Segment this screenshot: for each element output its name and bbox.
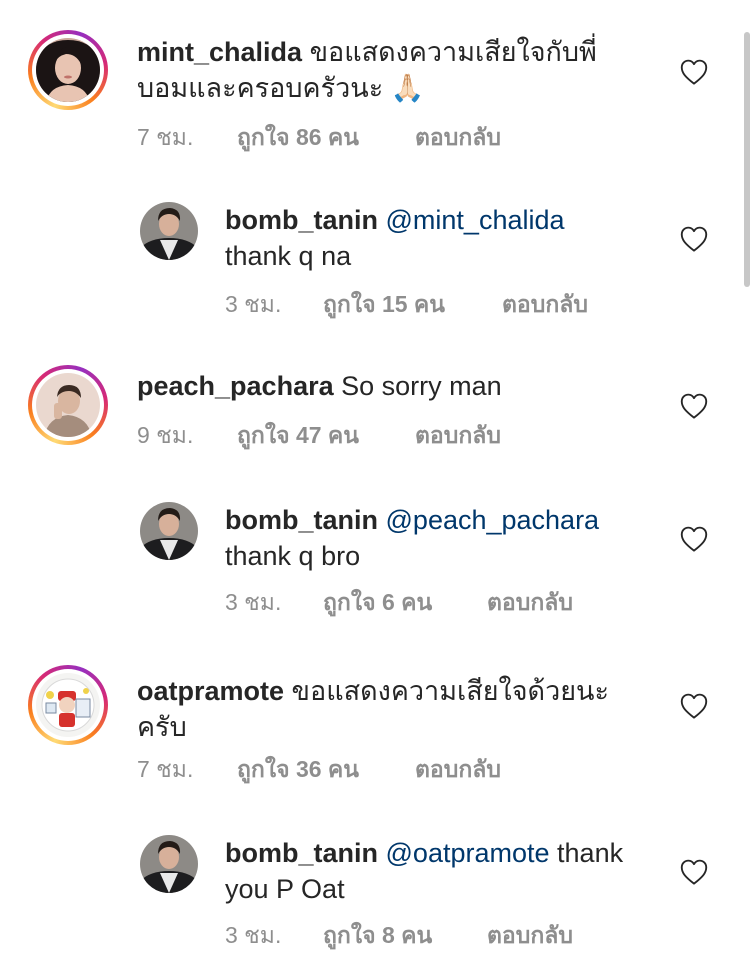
heart-icon[interactable] — [680, 526, 708, 552]
avatar-oatpramote[interactable] — [28, 665, 108, 745]
comment-text: thank q na — [225, 241, 352, 271]
username[interactable]: oatpramote — [137, 676, 284, 706]
likes-count[interactable]: ถูกใจ 6 คน — [323, 585, 432, 621]
comment-body: bomb_tanin @oatpramote thank you P Oat — [225, 835, 665, 907]
mention-link[interactable]: @mint_chalida — [386, 205, 565, 235]
avatar-bomb-tanin[interactable] — [140, 835, 198, 893]
scrollbar[interactable] — [744, 32, 750, 287]
likes-count[interactable]: ถูกใจ 15 คน — [323, 287, 445, 323]
username[interactable]: bomb_tanin — [225, 505, 378, 535]
reply-button[interactable]: ตอบกลับ — [415, 752, 501, 788]
reply-button[interactable]: ตอบกลับ — [415, 120, 501, 156]
likes-count[interactable]: ถูกใจ 36 คน — [237, 752, 359, 788]
username[interactable]: peach_pachara — [137, 371, 334, 401]
avatar-bomb-tanin[interactable] — [140, 502, 198, 560]
likes-count[interactable]: ถูกใจ 86 คน — [237, 120, 359, 156]
comment-body: bomb_tanin @mint_chalida thank q na — [225, 202, 665, 274]
timestamp: 3 ชม. — [225, 291, 282, 317]
comment-peach-pachara: peach_pachara So sorry man 9 ชม. ถูกใจ 4… — [0, 340, 750, 470]
comment-body: mint_chalida ขอแสดงความเสียใจกับพี่ บอมแ… — [137, 34, 657, 106]
comment-reply-bomb-tanin: bomb_tanin @mint_chalida thank q na 3 ชม… — [0, 180, 750, 330]
timestamp: 3 ชม. — [225, 922, 282, 948]
reply-button[interactable]: ตอบกลับ — [415, 418, 501, 454]
comment-text: ขอแสดงความเสียใจกับพี่ — [309, 37, 597, 67]
comment-body: oatpramote ขอแสดงความเสียใจด้วยนะ ครับ — [137, 673, 657, 745]
likes-count[interactable]: ถูกใจ 47 คน — [237, 418, 359, 454]
heart-icon[interactable] — [680, 226, 708, 252]
avatar-peach-pachara[interactable] — [28, 365, 108, 445]
comment-text-cont: บอมและครอบครัวนะ 🙏🏻 — [137, 73, 425, 103]
username[interactable]: mint_chalida — [137, 37, 302, 67]
timestamp: 9 ชม. — [137, 422, 194, 448]
comment-reply-bomb-tanin: bomb_tanin @peach_pachara thank q bro 3 … — [0, 480, 750, 630]
heart-icon[interactable] — [680, 693, 708, 719]
avatar-bomb-tanin[interactable] — [140, 202, 198, 260]
comment-text: ขอแสดงความเสียใจด้วยนะ — [291, 676, 610, 706]
mention-link[interactable]: @peach_pachara — [386, 505, 600, 535]
heart-icon[interactable] — [680, 859, 708, 885]
comment-body: bomb_tanin @peach_pachara thank q bro — [225, 502, 665, 574]
reply-button[interactable]: ตอบกลับ — [487, 585, 573, 621]
heart-icon[interactable] — [680, 393, 708, 419]
username[interactable]: bomb_tanin — [225, 838, 378, 868]
avatar-mint-chalida[interactable] — [28, 30, 108, 110]
likes-count[interactable]: ถูกใจ 8 คน — [323, 918, 432, 954]
comment-text: thank q bro — [225, 541, 361, 571]
heart-icon[interactable] — [680, 59, 708, 85]
comment-text: So sorry man — [341, 371, 502, 401]
mention-link[interactable]: @oatpramote — [386, 838, 550, 868]
reply-button[interactable]: ตอบกลับ — [487, 918, 573, 954]
timestamp: 7 ชม. — [137, 124, 194, 150]
comment-text-cont: ครับ — [137, 712, 187, 742]
comment-body: peach_pachara So sorry man — [137, 368, 657, 404]
comment-reply-bomb-tanin: bomb_tanin @oatpramote thank you P Oat 3… — [0, 815, 750, 958]
comment-oatpramote: oatpramote ขอแสดงความเสียใจด้วยนะ ครับ 7… — [0, 645, 750, 795]
timestamp: 3 ชม. — [225, 589, 282, 615]
reply-button[interactable]: ตอบกลับ — [502, 287, 588, 323]
comment-text: thank — [557, 838, 624, 868]
comment-mint-chalida: mint_chalida ขอแสดงความเสียใจกับพี่ บอมแ… — [0, 0, 750, 160]
username[interactable]: bomb_tanin — [225, 205, 378, 235]
comment-text-cont: you P Oat — [225, 874, 345, 904]
timestamp: 7 ชม. — [137, 756, 194, 782]
